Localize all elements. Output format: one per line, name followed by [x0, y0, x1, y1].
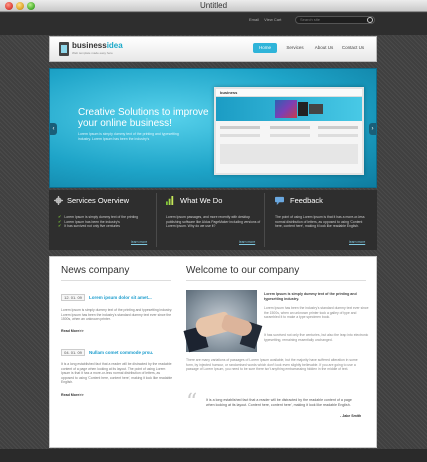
preview-row [318, 134, 358, 137]
welcome-paragraph: It has survived not only five centuries,… [264, 333, 369, 342]
services-list: ✔ Lorem Ipsum is simply dummy text of the… [58, 214, 154, 229]
search-icon[interactable] [367, 17, 373, 23]
hero-title: Creative Solutions to improve your onlin… [78, 107, 209, 129]
divider [186, 280, 366, 281]
news-headline[interactable]: Lorem ipsum dolor sit amet... [89, 295, 152, 300]
list-item: ✔ It has survived not only five centuries [58, 223, 120, 229]
learn-more-link[interactable]: learn more [131, 240, 147, 244]
nav-contact-us[interactable]: Contact Us [340, 43, 366, 53]
preview-content [220, 144, 358, 164]
what-we-do-text: Lorem Ipsum passages, and more recently … [166, 215, 261, 229]
preview-row [220, 134, 260, 137]
slider-prev-arrow-icon[interactable]: ‹ [50, 123, 57, 135]
welcome-lead: Lorem Ipsum is simply dummy text of the … [264, 292, 357, 301]
testimonial-author: - Jake Smith [340, 414, 362, 418]
clipboard-logo-icon [59, 42, 69, 56]
news-title: News company [61, 265, 130, 276]
divider [61, 280, 171, 281]
testimonial-quote: It is a long established fact that a rea… [206, 398, 352, 407]
quote-mark-icon: “ [186, 390, 198, 415]
preview-image [275, 100, 297, 118]
welcome-paragraph: There are many variations of passages of… [186, 358, 358, 372]
preview-image [298, 102, 308, 116]
top-links: Email View Cart [249, 17, 285, 22]
view-cart-link[interactable]: View Cart [264, 17, 281, 22]
preview-header [216, 89, 362, 97]
feature-title-services: Services Overview [67, 196, 130, 205]
read-more-link[interactable]: Read More>> [61, 393, 84, 397]
search-input[interactable]: Search site [295, 16, 375, 24]
preview-row [270, 134, 310, 137]
learn-more-link[interactable]: learn more [349, 240, 365, 244]
window-title: Untitled [199, 1, 228, 10]
footer [0, 449, 427, 462]
welcome-title: Welcome to our company [186, 265, 300, 276]
feature-divider [264, 193, 265, 247]
feedback-text: The point of using Lorem Ipsum is that i… [275, 215, 365, 229]
welcome-paragraph: Lorem Ipsum has been the industry's stan… [264, 306, 369, 320]
preview-row [220, 126, 260, 129]
preview-row [318, 126, 358, 129]
email-link[interactable]: Email [249, 17, 259, 22]
news-headline[interactable]: Nullam comet commode prsu. [89, 350, 153, 355]
news-date: 12. 01. 09 [61, 294, 85, 301]
logo[interactable]: businessidea [72, 41, 123, 50]
nav-about-us[interactable]: About Us [311, 43, 337, 53]
nav-home[interactable]: Home [253, 43, 277, 53]
slider-next-arrow-icon[interactable]: › [369, 123, 376, 135]
hero-description: Lorem Ipsum is simply dummy text of the … [78, 132, 179, 141]
logo-tagline: Web template made easy here [72, 51, 113, 55]
feature-title-what-we-do: What We Do [180, 196, 223, 205]
gear-icon [54, 196, 63, 205]
logo-name-b: idea [106, 41, 123, 50]
preview-logo: business [220, 90, 238, 95]
read-more-link[interactable]: Read More>> [61, 329, 84, 333]
news-date: 04. 01. 09 [61, 349, 85, 356]
preview-image [309, 104, 323, 114]
news-text: Lorem Ipsum is simply dummy text of the … [61, 308, 173, 322]
bar-chart-icon [166, 196, 174, 205]
feature-divider [156, 193, 157, 247]
feature-title-feedback: Feedback [290, 196, 323, 205]
nav-services[interactable]: Services [283, 43, 307, 53]
check-icon: ✔ [58, 223, 62, 229]
learn-more-link[interactable]: learn more [239, 240, 255, 244]
preview-row [270, 126, 310, 129]
news-text: It is a long established fact that a rea… [61, 362, 173, 385]
speech-bubble-icon [275, 196, 284, 205]
logo-name-a: business [72, 41, 107, 50]
